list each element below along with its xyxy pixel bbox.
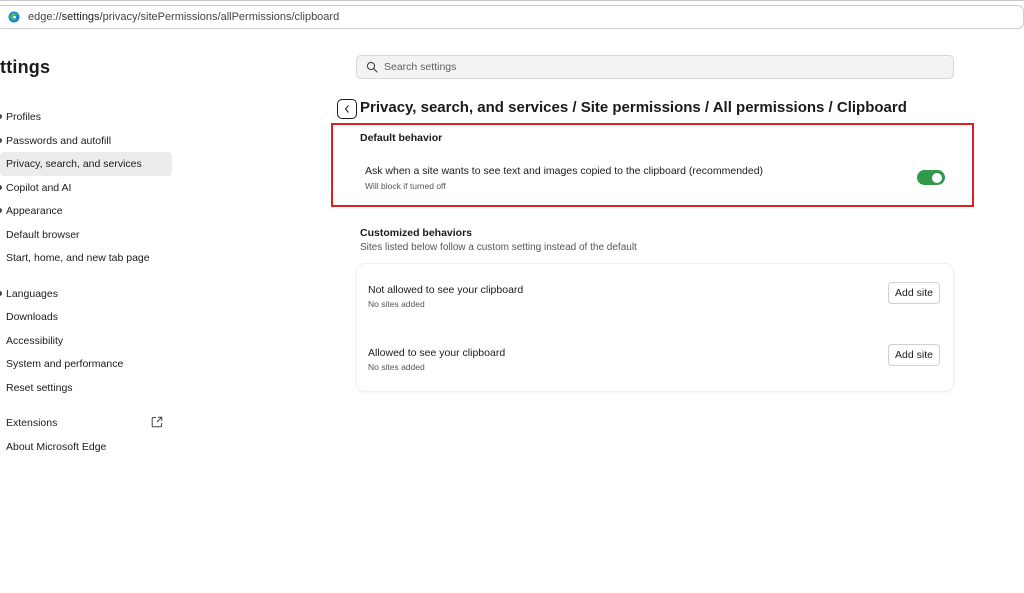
chevron-left-icon: [344, 105, 349, 113]
sidebar-item-copilot[interactable]: Copilot and AI: [0, 176, 172, 200]
sidebar-item-profiles[interactable]: Profiles: [0, 105, 172, 129]
sidebar-item-label: Privacy, search, and services: [6, 158, 142, 170]
sidebar-item-privacy[interactable]: Privacy, search, and services: [0, 152, 172, 176]
sidebar-item-label: About Microsoft Edge: [6, 441, 107, 453]
sidebar-item-reset[interactable]: Reset settings: [0, 376, 172, 400]
copilot-icon: [0, 185, 2, 190]
not-allowed-subtitle: No sites added: [368, 299, 425, 309]
highlight-box: [331, 123, 974, 207]
sidebar-item-label: Copilot and AI: [6, 182, 72, 194]
sidebar-item-system[interactable]: System and performance: [0, 352, 172, 376]
url-text[interactable]: edge://settings/privacy/sitePermissions/…: [28, 11, 339, 23]
sidebar-item-start-home[interactable]: Start, home, and new tab page: [0, 246, 172, 270]
breadcrumb: Privacy, search, and services / Site per…: [360, 99, 907, 116]
sidebar-item-about[interactable]: About Microsoft Edge: [0, 435, 172, 459]
sidebar-item-label: Extensions: [6, 417, 58, 429]
sidebar-item-downloads[interactable]: Downloads: [0, 305, 172, 329]
sidebar-item-accessibility[interactable]: Accessibility: [0, 329, 172, 353]
sidebar-item-extensions[interactable]: Extensions: [0, 411, 172, 435]
sidebar-item-passwords[interactable]: Passwords and autofill: [0, 129, 172, 153]
key-icon: [0, 138, 2, 143]
search-input[interactable]: [382, 57, 942, 77]
sidebar-item-label: Start, home, and new tab page: [6, 252, 150, 264]
add-site-not-allowed-button[interactable]: Add site: [888, 282, 940, 304]
allowed-title: Allowed to see your clipboard: [368, 347, 506, 359]
sidebar-item-label: Reset settings: [6, 382, 73, 394]
languages-icon: [0, 291, 2, 296]
sidebar-item-label: Accessibility: [6, 335, 64, 347]
url-host: settings: [61, 11, 100, 23]
sidebar-item-label: Downloads: [6, 311, 58, 323]
sidebar-title: ttings: [0, 57, 51, 77]
open-external-icon[interactable]: [151, 416, 163, 428]
sidebar-item-default-browser[interactable]: Default browser: [0, 223, 172, 247]
sidebar-item-label: Default browser: [6, 229, 80, 241]
search-icon: [366, 61, 378, 73]
url-path: /privacy/sitePermissions/allPermissions/…: [99, 11, 340, 23]
not-allowed-title: Not allowed to see your clipboard: [368, 284, 524, 296]
edge-logo-icon: [8, 11, 20, 23]
add-site-allowed-button[interactable]: Add site: [888, 344, 940, 366]
sidebar-item-label: Passwords and autofill: [6, 135, 112, 147]
window-top-edge: [0, 0, 1024, 1]
sidebar-item-label: System and performance: [6, 358, 124, 370]
profiles-icon: [0, 114, 2, 119]
sidebar-item-languages[interactable]: Languages: [0, 282, 172, 306]
sidebar-item-label: Languages: [6, 288, 58, 300]
sidebar-item-label: Profiles: [6, 111, 42, 123]
back-button[interactable]: [337, 99, 357, 119]
search-box[interactable]: [356, 55, 954, 79]
url-prefix: edge://: [28, 11, 62, 23]
customized-behaviors-subtitle: Sites listed below follow a custom setti…: [360, 242, 637, 253]
customized-behaviors-heading: Customized behaviors: [360, 227, 473, 239]
address-bar[interactable]: edge://settings/privacy/sitePermissions/…: [0, 5, 1024, 29]
appearance-icon: [0, 208, 2, 213]
allowed-subtitle: No sites added: [368, 362, 425, 372]
sidebar-item-label: Appearance: [6, 205, 63, 217]
sidebar-item-appearance[interactable]: Appearance: [0, 199, 172, 223]
